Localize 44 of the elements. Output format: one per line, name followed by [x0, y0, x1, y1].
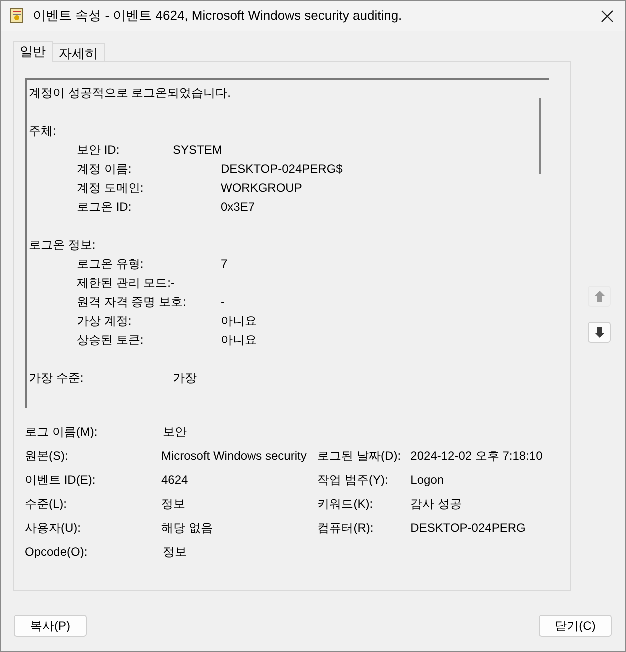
- field-value: 4624: [161, 472, 190, 489]
- field-value: DESKTOP-024PERG: [410, 520, 527, 537]
- tab[interactable]: 일반: [13, 41, 53, 62]
- description-line: 로그온 유형: 7: [76, 257, 228, 271]
- field-label: 키워드(K):: [318, 496, 374, 513]
- description-line: 계정 이름: DESKTOP-024PERG$: [76, 162, 343, 176]
- up-arrow-icon: [594, 290, 606, 303]
- description-line: 주체:: [29, 124, 56, 138]
- description-line: 보안 ID: SYSTEM: [76, 143, 222, 157]
- description-line: 계정 도메인: WORKGROUP: [76, 181, 302, 195]
- description-line: 로그온 정보:: [29, 238, 96, 252]
- field-value: Logon: [410, 472, 446, 489]
- event-log-icon: [9, 8, 25, 24]
- field-label: 로그된 날짜(D):: [318, 448, 402, 465]
- down-arrow-icon: [594, 326, 606, 339]
- description-line: 계정이 성공적으로 로그온되었습니다.: [29, 86, 232, 100]
- window-title: 이벤트 속성 - 이벤트 4624, Microsoft Windows security auditing.: [33, 7, 402, 26]
- field-value: 정보: [161, 496, 186, 513]
- tab[interactable]: 자세히: [53, 43, 105, 61]
- scrollbar-thumb[interactable]: [539, 98, 541, 174]
- description-line: 로그온 ID: 0x3E7: [76, 200, 256, 214]
- field-value: Microsoft Windows security: [161, 448, 308, 465]
- field-label: 수준(L):: [25, 496, 68, 513]
- field-value: 감사 성공: [410, 496, 464, 513]
- field-label: 원본(S):: [25, 448, 70, 465]
- field-label: Opcode(O):: [25, 544, 89, 561]
- field-label: 로그 이름(M):: [25, 424, 99, 441]
- description-line: 가상 계정: 아니요: [76, 314, 257, 328]
- field-value: 2024-12-02 오후 7:18:10: [410, 448, 544, 465]
- field-label: 작업 범주(Y):: [318, 472, 390, 489]
- description-line: 제한된 관리 모드:-: [76, 276, 175, 290]
- dialog-button[interactable]: 복사(P): [14, 615, 87, 637]
- field-label: 이벤트 ID(E):: [25, 472, 97, 489]
- close-icon: [600, 10, 614, 22]
- field-value: 정보: [163, 544, 188, 561]
- field-label: 컴퓨터(R):: [318, 520, 375, 537]
- description-line: 원격 자격 증명 보호: -: [76, 295, 225, 309]
- description-line: 가장 수준: 가장: [29, 371, 197, 385]
- field-label: 사용자(U):: [25, 520, 82, 537]
- dialog-button[interactable]: 닫기(C): [539, 615, 612, 637]
- field-value: 보안: [163, 424, 188, 441]
- move-down-button[interactable]: [588, 322, 611, 343]
- description-line: 상승된 토큰: 아니요: [76, 333, 257, 347]
- field-value: 해당 없음: [161, 520, 214, 537]
